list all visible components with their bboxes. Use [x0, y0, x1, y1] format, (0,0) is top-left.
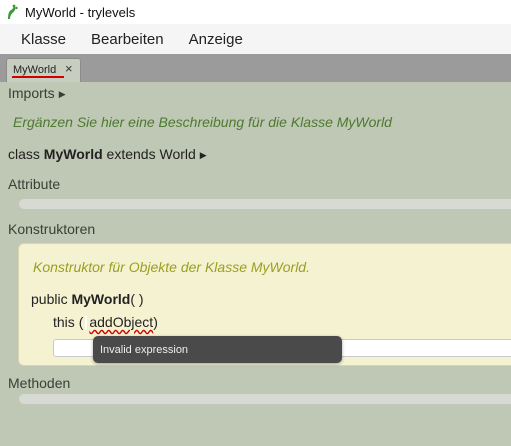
extends-keyword: extends — [106, 146, 156, 162]
methods-label: Methoden — [8, 375, 71, 391]
class-comment[interactable]: Ergänzen Sie hier eine Beschreibung für … — [13, 114, 392, 130]
superclass-name: World — [159, 146, 196, 162]
menu-klasse[interactable]: Klasse — [21, 31, 66, 48]
open-paren: ( — [78, 314, 84, 330]
title-bar: MyWorld - trylevels — [0, 0, 511, 24]
tooltip-text: Invalid expression — [100, 343, 189, 356]
imports-label: Imports — [8, 85, 55, 101]
expand-triangle-icon: ▶ — [58, 89, 66, 99]
constructors-label: Konstruktoren — [8, 221, 96, 237]
tab-label: MyWorld — [13, 64, 57, 76]
constructor-name: MyWorld — [71, 291, 131, 307]
class-name: MyWorld — [43, 146, 103, 162]
menu-bearbeiten[interactable]: Bearbeiten — [91, 31, 164, 48]
this-keyword: this — [53, 314, 75, 330]
constructor-signature[interactable]: public MyWorld( ) — [31, 291, 144, 307]
attributes-label: Attribute — [8, 176, 61, 192]
imports-toggle[interactable]: Imports ▶ — [8, 85, 66, 101]
close-icon[interactable]: × — [65, 61, 73, 76]
constructor-comment[interactable]: Konstruktor für Objekte der Klasse MyWor… — [33, 259, 310, 275]
close-paren: ) — [153, 314, 158, 330]
tab-myworld[interactable]: MyWorld × — [6, 58, 81, 83]
window-title: MyWorld - trylevels — [25, 4, 136, 20]
greenfoot-icon — [4, 4, 20, 20]
code-editor: Imports ▶ Ergänzen Sie hier eine Beschrei… — [0, 82, 511, 446]
class-keyword: class — [8, 146, 40, 162]
expression-field[interactable]: addObject — [89, 314, 153, 330]
menu-bar: Klasse Bearbeiten Anzeige — [0, 24, 511, 54]
modifier-keyword: public — [31, 291, 68, 307]
class-declaration[interactable]: class MyWorld extends World ▶ — [8, 146, 207, 162]
menu-anzeige[interactable]: Anzeige — [189, 31, 243, 48]
expand-triangle-icon[interactable]: ▶ — [200, 150, 207, 160]
constructor-params: ( ) — [130, 291, 144, 307]
text-caret — [85, 316, 88, 331]
attributes-slot[interactable] — [18, 198, 511, 210]
error-tooltip: Invalid expression — [93, 336, 342, 363]
this-statement[interactable]: this ( addObject) — [53, 314, 158, 331]
tab-bar: MyWorld × — [0, 54, 511, 83]
methods-slot[interactable] — [18, 393, 511, 405]
error-underline — [12, 76, 64, 78]
